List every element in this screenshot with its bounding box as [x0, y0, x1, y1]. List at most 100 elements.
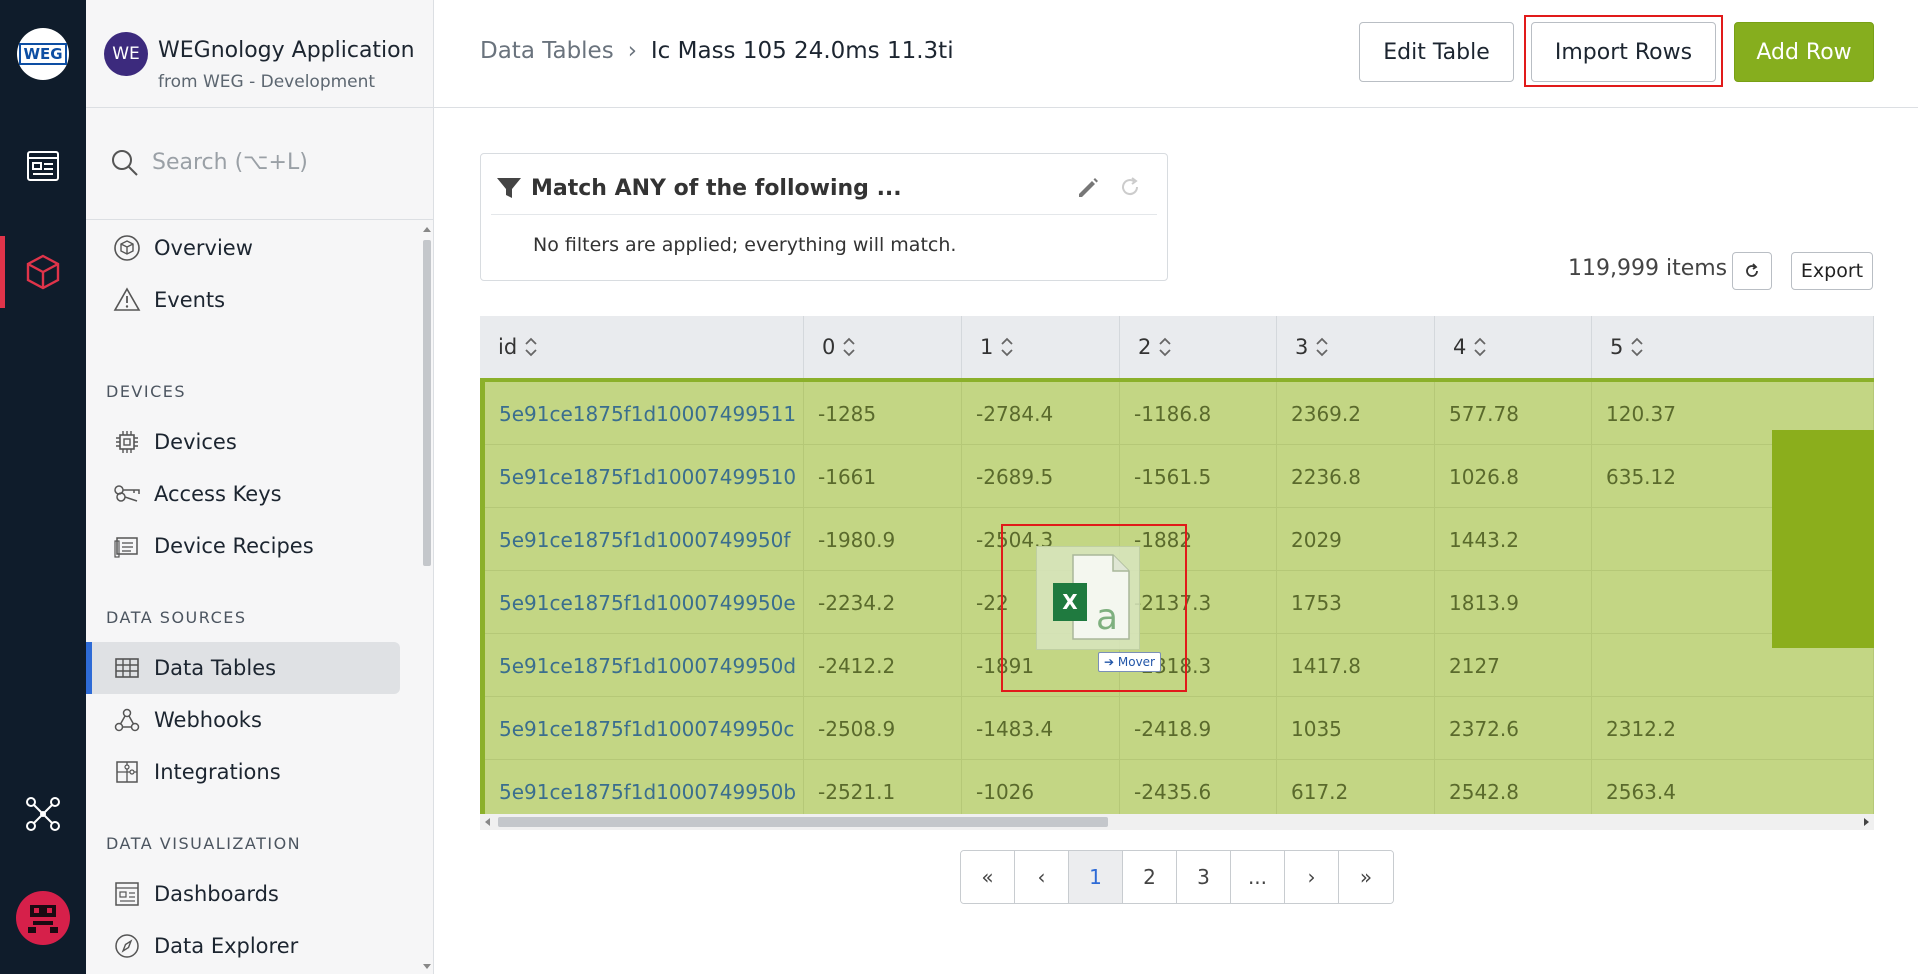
cube-icon	[26, 254, 60, 290]
weg-logo[interactable]: WEG	[0, 18, 86, 90]
sidebar-item-data-tables[interactable]: Data Tables	[86, 642, 400, 694]
row-id-link[interactable]: 5e91ce1875f1d1000749950e	[485, 571, 804, 634]
rail-devices-item[interactable]	[0, 236, 86, 308]
table-cell: -2689.5	[962, 445, 1120, 508]
table-row[interactable]: 5e91ce1875f1d1000749950c -2508.9 -1483.4 -2…	[485, 697, 1874, 760]
row-id-link[interactable]: 5e91ce1875f1d10007499510	[485, 445, 804, 508]
table-scroll-thumb[interactable]	[498, 817, 1108, 827]
table-cell: 2127	[1435, 634, 1592, 697]
column-header[interactable]: 4	[1435, 316, 1592, 378]
row-id-link[interactable]: 5e91ce1875f1d1000749950f	[485, 508, 804, 571]
table-cell: -1483.4	[962, 697, 1120, 760]
apps-icon[interactable]	[0, 130, 86, 202]
app-org: from WEG - Development	[158, 72, 376, 92]
refresh-table-button[interactable]	[1732, 252, 1772, 290]
table-row[interactable]: 5e91ce1875f1d10007499511 -1285 -2784.4 -118…	[485, 382, 1874, 445]
svg-text:a: a	[1096, 597, 1118, 638]
row-id-link[interactable]: 5e91ce1875f1d10007499511	[485, 382, 804, 445]
refresh-icon[interactable]	[1117, 174, 1143, 200]
import-rows-button[interactable]: Import Rows	[1531, 22, 1716, 82]
search-input[interactable]	[152, 142, 412, 182]
column-header[interactable]: 0	[804, 316, 962, 378]
sidebar-item-data-explorer[interactable]: Data Explorer	[86, 920, 400, 972]
column-header[interactable]: 3	[1277, 316, 1435, 378]
user-avatar-icon[interactable]	[0, 882, 86, 954]
column-header[interactable]: 5	[1592, 316, 1874, 378]
sidebar: WE WEGnology Application from WEG - Deve…	[86, 0, 434, 974]
table-cell: -1661	[804, 445, 962, 508]
drag-ghost: X a	[1036, 546, 1140, 650]
app-header[interactable]: WE WEGnology Application from WEG - Deve…	[86, 0, 433, 108]
pagination-item[interactable]: 2	[1123, 851, 1177, 903]
scroll-up-icon[interactable]	[423, 226, 431, 234]
table-cell: -2784.4	[962, 382, 1120, 445]
cube-circle-icon	[112, 233, 142, 263]
edit-pencil-icon[interactable]	[1075, 174, 1101, 200]
table-cell: -2508.9	[804, 697, 962, 760]
row-id-link[interactable]: 5e91ce1875f1d1000749950c	[485, 697, 804, 760]
table-cell: -2412.2	[804, 634, 962, 697]
table-cell: -1561.5	[1120, 445, 1277, 508]
sidebar-item-webhooks[interactable]: Webhooks	[86, 694, 400, 746]
sort-icon[interactable]	[523, 334, 539, 360]
column-header[interactable]: 2	[1120, 316, 1277, 378]
search-row	[86, 108, 433, 220]
table-cell: 2029	[1277, 508, 1435, 571]
pagination-item[interactable]: ...	[1231, 851, 1285, 903]
filter-empty-text: No filters are applied; everything will …	[533, 234, 957, 256]
section-title-data-visualization: DATA VISUALIZATION	[106, 834, 302, 853]
add-row-button[interactable]: Add Row	[1734, 22, 1874, 82]
pagination-item[interactable]: ›	[1285, 851, 1339, 903]
svg-text:X: X	[1062, 590, 1078, 614]
column-header-label: 1	[980, 335, 994, 359]
scroll-left-icon[interactable]	[484, 818, 492, 826]
breadcrumb-root[interactable]: Data Tables	[480, 38, 614, 64]
column-header-label: 2	[1138, 335, 1152, 359]
pagination-item[interactable]: «	[961, 851, 1015, 903]
pagination-item[interactable]: 1	[1069, 851, 1123, 903]
breadcrumb-current: Ic Mass 105 24.0ms 11.3ti	[650, 38, 954, 64]
column-header[interactable]: 1	[962, 316, 1120, 378]
scroll-down-icon[interactable]	[423, 962, 431, 970]
sort-icon[interactable]	[1314, 334, 1330, 360]
pagination-item[interactable]: ‹	[1015, 851, 1069, 903]
sidebar-item-label: Webhooks	[154, 708, 262, 732]
sort-icon[interactable]	[841, 334, 857, 360]
sort-icon[interactable]	[999, 334, 1015, 360]
table-hscrollbar[interactable]	[480, 814, 1874, 830]
sidebar-item-devices[interactable]: Devices	[86, 416, 400, 468]
sidebar-item-overview[interactable]: Overview	[86, 222, 400, 274]
table-cell: -2418.9	[1120, 697, 1277, 760]
table-header: id 0 1 2 3 4 5	[480, 316, 1874, 378]
sidebar-item-label: Device Recipes	[154, 534, 314, 558]
sidebar-scrollbar[interactable]	[420, 222, 434, 974]
scroll-right-icon[interactable]	[1862, 818, 1870, 826]
table-cell: -1285	[804, 382, 962, 445]
mover-label: ➔ Mover	[1098, 652, 1161, 672]
webhook-icon	[112, 705, 142, 735]
column-header[interactable]: id	[480, 316, 804, 378]
table-row[interactable]: 5e91ce1875f1d10007499510 -1661 -2689.5 -156…	[485, 445, 1874, 508]
sidebar-scroll-thumb[interactable]	[423, 240, 431, 566]
network-icon[interactable]	[0, 778, 86, 850]
pagination-item[interactable]: 3	[1177, 851, 1231, 903]
sidebar-item-events[interactable]: Events	[86, 274, 400, 326]
column-header-label: id	[498, 335, 518, 359]
sidebar-item-access-keys[interactable]: Access Keys	[86, 468, 400, 520]
sidebar-item-integrations[interactable]: Integrations	[86, 746, 400, 798]
edit-table-button[interactable]: Edit Table	[1359, 22, 1514, 82]
table-cell: 2369.2	[1277, 382, 1435, 445]
app-name: WEGnology Application	[158, 38, 415, 63]
table-cell: 1813.9	[1435, 571, 1592, 634]
sort-icon[interactable]	[1157, 334, 1173, 360]
sidebar-item-dashboards[interactable]: Dashboards	[86, 868, 400, 920]
pagination-item[interactable]: »	[1339, 851, 1393, 903]
sidebar-item-label: Overview	[154, 236, 253, 260]
sidebar-item-label: Data Tables	[154, 656, 277, 680]
sort-icon[interactable]	[1472, 334, 1488, 360]
sort-icon[interactable]	[1629, 334, 1645, 360]
warning-triangle-icon	[112, 285, 142, 315]
export-button[interactable]: Export	[1791, 252, 1873, 290]
sidebar-item-device-recipes[interactable]: Device Recipes	[86, 520, 400, 572]
row-id-link[interactable]: 5e91ce1875f1d1000749950d	[485, 634, 804, 697]
